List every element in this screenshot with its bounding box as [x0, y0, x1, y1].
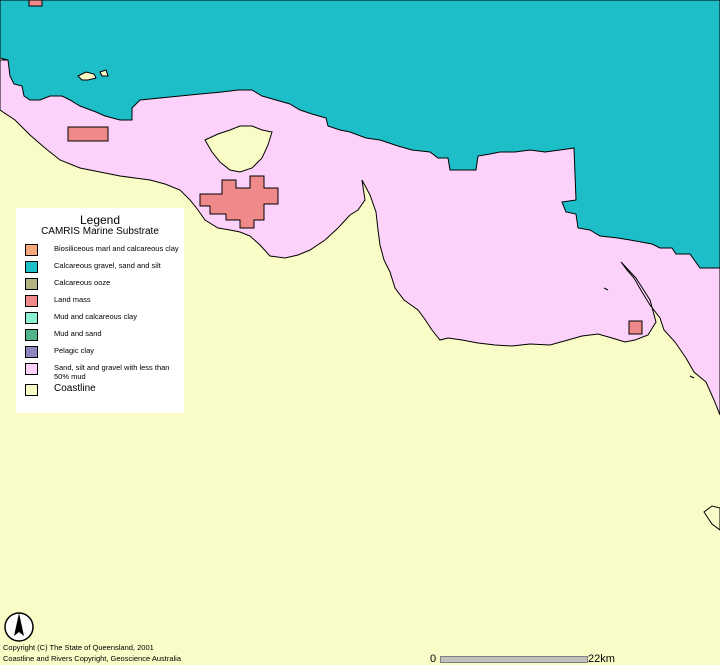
legend-panel: Legend CAMRIS Marine Substrate Biosilice…: [16, 208, 184, 413]
legend-item: Land mass: [25, 294, 183, 310]
legend-title: Legend: [79, 213, 121, 227]
land-mass-patch: [628, 320, 643, 335]
legend-item-label: Calcareous ooze: [54, 278, 111, 287]
legend-swatch: [25, 384, 38, 396]
legend-item-label: Calcareous gravel, sand and silt: [54, 261, 161, 270]
legend-swatch: [25, 312, 38, 324]
legend-item: Calcareous ooze: [25, 277, 183, 293]
land-mass-patch: [28, 0, 43, 7]
legend-item-label: Mud and calcareous clay: [54, 312, 137, 321]
legend-item-label: Biosiliceous marl and calcareous clay: [54, 244, 179, 253]
legend-swatch: [25, 261, 38, 273]
land-mass-patch: [67, 126, 109, 142]
scale-end-label: 22km: [588, 653, 615, 665]
scale-start-label: 0: [430, 653, 437, 665]
legend-swatch: [25, 329, 38, 341]
legend-item: Coastline: [25, 383, 183, 399]
north-arrow-icon: [4, 612, 34, 642]
legend-item-label: Mud and sand: [54, 329, 102, 338]
legend-item-label: Sand, silt and gravel with less than 50%…: [54, 363, 170, 381]
legend-item: Mud and sand: [25, 328, 183, 344]
scale-bar-graphic: [440, 656, 588, 663]
legend-item: Pelagic clay: [25, 345, 183, 361]
legend-item: Mud and calcareous clay: [25, 311, 183, 327]
legend-item-label: Pelagic clay: [54, 346, 95, 355]
legend-item-label: Coastline: [54, 383, 96, 394]
legend-item: Biosiliceous marl and calcareous clay: [25, 243, 183, 259]
legend-swatch: [25, 244, 38, 256]
legend-item-label: Land mass: [54, 295, 91, 304]
copyright-notice: Copyright (C) The State of Queensland, 2…: [3, 642, 181, 664]
legend-subtitle: CAMRIS Marine Substrate: [41, 226, 159, 237]
legend-swatch: [25, 346, 38, 358]
legend-swatch: [25, 278, 38, 290]
legend-item: Calcareous gravel, sand and silt: [25, 260, 183, 276]
legend-item: Sand, silt and gravel with less than 50%…: [25, 362, 183, 381]
copyright-line-2: Coastline and Rivers Copyright, Geoscien…: [3, 654, 182, 663]
scale-bar: 0 22km: [430, 653, 630, 665]
legend-swatch: [25, 295, 38, 307]
legend-swatch: [25, 363, 38, 375]
